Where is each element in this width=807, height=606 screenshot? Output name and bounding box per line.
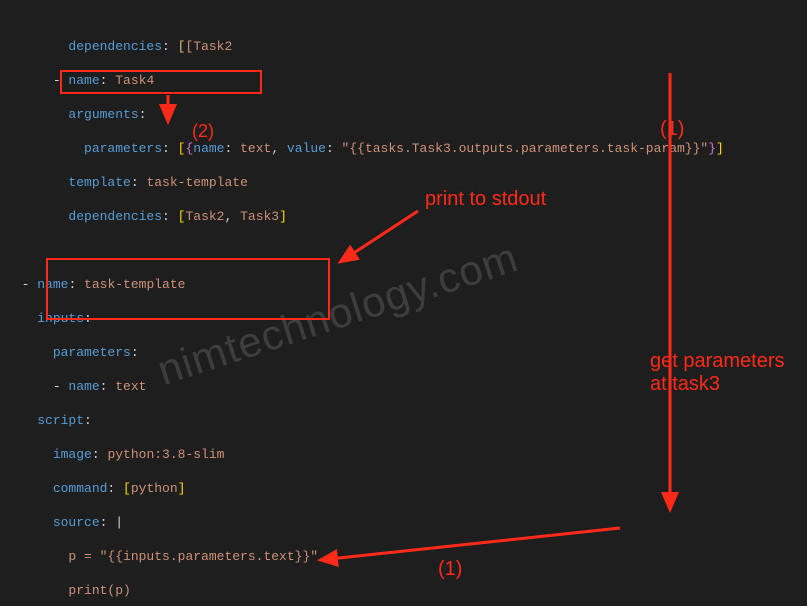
code-line: dependencies: [Task2, Task3] [6,208,807,225]
code-editor[interactable]: dependencies: [[Task2 - name: Task4 argu… [0,0,807,606]
code-line: dependencies: [[Task2 [6,38,807,55]
code-line: inputs: [6,310,807,327]
code-line: arguments: [6,106,807,123]
code-line: - name: text [6,378,807,395]
blank-line [6,242,807,259]
code-line: image: python:3.8-slim [6,446,807,463]
code-line: parameters: [{name: text, value: "{{task… [6,140,807,157]
code-line: script: [6,412,807,429]
code-line: command: [python] [6,480,807,497]
code-line: - name: task-template [6,276,807,293]
code-line: print(p) [6,582,807,599]
code-line: template: task-template [6,174,807,191]
code-line: p = "{{inputs.parameters.text}}" [6,548,807,565]
code-line: source: | [6,514,807,531]
code-line: parameters: [6,344,807,361]
code-line: - name: Task4 [6,72,807,89]
